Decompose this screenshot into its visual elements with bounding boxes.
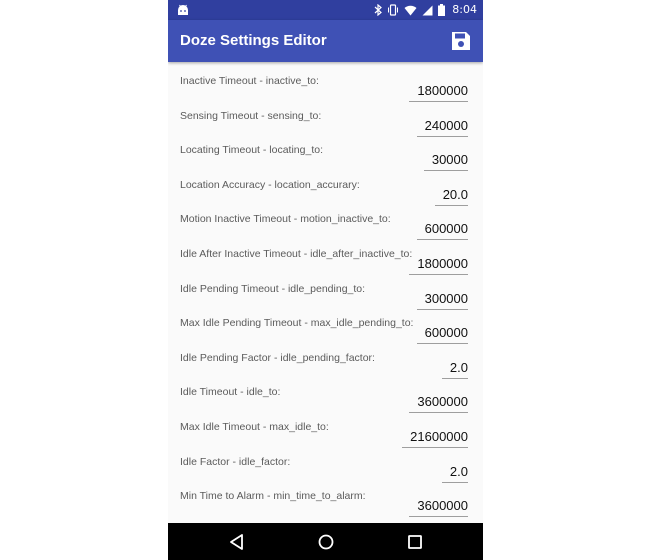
setting-row: Motion Inactive Timeout - motion_inactiv… [168, 200, 483, 241]
setting-row: Min Time to Alarm - min_time_to_alarm: 36… [168, 477, 483, 518]
setting-row: Max Idle Pending Timeout - max_idle_pend… [168, 304, 483, 345]
vibrate-icon [388, 4, 399, 16]
wifi-icon [404, 5, 417, 15]
battery-icon [438, 4, 446, 16]
save-icon[interactable] [449, 29, 473, 53]
setting-label: Idle Timeout - idle_to: [180, 386, 281, 399]
setting-label: Sensing Timeout - sensing_to: [180, 109, 322, 122]
status-icons: 8:04 [374, 2, 477, 18]
setting-row: Idle Pending Timeout - idle_pending_to: 3… [168, 270, 483, 310]
signal-icon [422, 5, 433, 15]
android-notification-icon [178, 4, 188, 15]
setting-label: Max Idle Pending Timeout - max_idle_pend… [180, 317, 414, 330]
recents-square-icon[interactable] [405, 532, 425, 552]
setting-label: Motion Inactive Timeout - motion_inactiv… [180, 213, 391, 226]
back-triangle-icon[interactable] [227, 532, 247, 552]
setting-row: Idle Factor - idle_factor: 2.0 [168, 443, 483, 483]
status-bar: 8:04 [168, 0, 483, 20]
setting-row: Locating Timeout - locating_to: 30000 [168, 131, 483, 172]
setting-row: Idle After Inactive Timeout - idle_after… [168, 235, 483, 275]
status-time: 8:04 [452, 3, 477, 16]
setting-row: Idle Pending Factor - idle_pending_facto… [168, 339, 483, 379]
setting-row: Idle Timeout - idle_to: 3600000 [168, 373, 483, 414]
setting-label: Min Time to Alarm - min_time_to_alarm: [180, 490, 366, 503]
setting-label: Inactive Timeout - inactive_to: [180, 75, 319, 87]
setting-label: Location Accuracy - location_accurary: [180, 178, 360, 191]
setting-row: Sensing Timeout - sensing_to: 240000 [168, 97, 483, 137]
phone-screen: 8:04 Doze Settings Editor Inactive Timeo… [168, 0, 483, 560]
setting-row: Location Accuracy - location_accurary: 20… [168, 166, 483, 206]
settings-list: Inactive Timeout - inactive_to: 1800000 Se… [168, 62, 483, 523]
setting-row: Inactive Timeout - inactive_to: 1800000 [168, 62, 483, 102]
setting-label: Locating Timeout - locating_to: [180, 144, 324, 157]
setting-label: Idle Factor - idle_factor: [180, 455, 291, 468]
setting-label: Idle Pending Timeout - idle_pending_to: [180, 282, 366, 295]
setting-value-input[interactable]: 3600000 [409, 498, 468, 518]
app-title: Doze Settings Editor [180, 32, 327, 49]
navigation-bar [168, 523, 483, 560]
app-toolbar: Doze Settings Editor [168, 20, 483, 62]
home-circle-icon[interactable] [316, 532, 336, 552]
setting-row: Max Idle Timeout - max_idle_to: 21600000 [168, 408, 483, 448]
setting-label: Idle After Inactive Timeout - idle_after… [180, 247, 413, 260]
setting-label: Idle Pending Factor - idle_pending_facto… [180, 351, 375, 364]
setting-label: Max Idle Timeout - max_idle_to: [180, 420, 329, 433]
bluetooth-icon [374, 4, 383, 16]
